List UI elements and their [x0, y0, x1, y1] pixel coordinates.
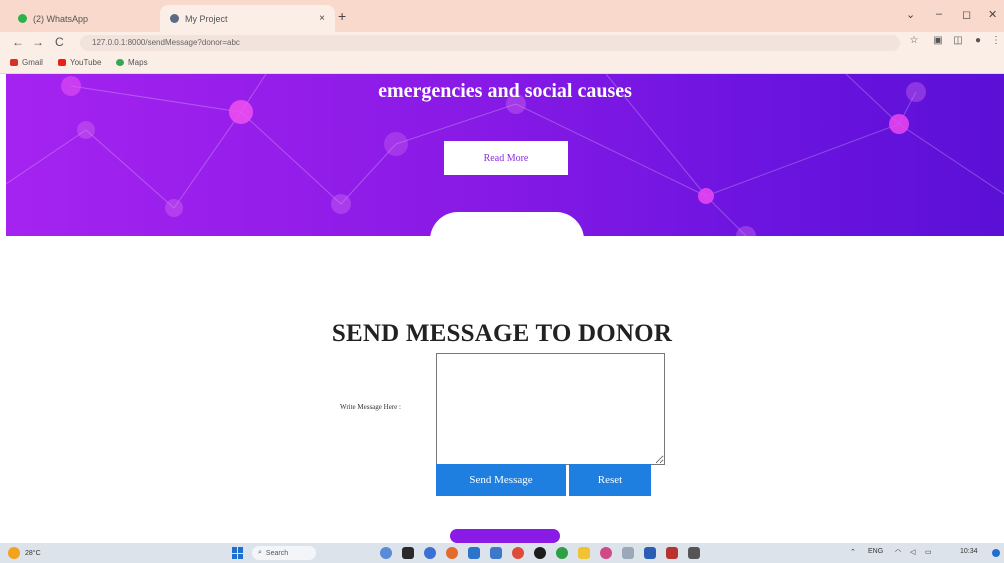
vscode-icon[interactable] [490, 547, 502, 559]
whatsapp-taskbar-icon[interactable] [556, 547, 568, 559]
send-message-button[interactable]: Send Message [436, 464, 566, 496]
tab-search-icon[interactable]: ⌄ [906, 8, 915, 21]
wifi-icon[interactable]: ◠ [895, 548, 901, 556]
maps-icon [116, 59, 124, 66]
whatsapp-icon [18, 14, 27, 23]
volume-icon[interactable]: ◁ [910, 548, 915, 556]
globe-icon [170, 14, 179, 23]
message-textarea[interactable] [436, 353, 665, 465]
copilot-icon[interactable] [380, 547, 392, 559]
new-tab-button[interactable]: + [338, 8, 346, 24]
bookmarks-bar: Gmail YouTube Maps [0, 54, 1004, 74]
browser-toolbar: ← → C 127.0.0.1:8000/sendMessage?donor=a… [0, 32, 1004, 54]
tab-label: (2) WhatsApp [33, 13, 89, 24]
hero-heading: emergencies and social causes [378, 80, 632, 102]
notification-icon[interactable] [992, 549, 1000, 557]
bookmark-label: Gmail [22, 58, 43, 67]
sidebar-icon[interactable]: ◫ [952, 35, 964, 47]
obs-icon[interactable] [534, 547, 546, 559]
minimize-button[interactable]: – [936, 8, 942, 20]
maximize-button[interactable]: ◻ [962, 8, 971, 21]
close-icon[interactable]: × [319, 13, 325, 24]
bookmark-maps[interactable]: Maps [116, 58, 148, 67]
youtube-icon [58, 59, 66, 66]
notepad-icon[interactable] [622, 547, 634, 559]
taskbar-search[interactable]: ⌕ Search [252, 546, 316, 560]
bookmark-label: YouTube [70, 58, 102, 67]
reload-button[interactable]: C [55, 35, 64, 49]
footer-accent-bar [450, 529, 560, 543]
bookmark-youtube[interactable]: YouTube [58, 58, 101, 67]
address-bar[interactable]: 127.0.0.1:8000/sendMessage?donor=abc [80, 35, 900, 51]
read-more-button[interactable]: Read More [444, 141, 568, 175]
bookmark-gmail[interactable]: Gmail [10, 58, 43, 67]
firefox-icon[interactable] [446, 547, 458, 559]
weather-icon [8, 547, 20, 559]
language-indicator[interactable]: ENG [868, 548, 883, 555]
forward-button[interactable]: → [32, 35, 44, 49]
clock[interactable]: 10:34 [960, 548, 978, 555]
terminal-icon[interactable] [688, 547, 700, 559]
folder-icon[interactable] [578, 547, 590, 559]
url-text: 127.0.0.1:8000/sendMessage?donor=abc [92, 38, 240, 47]
page-title: SEND MESSAGE TO DONOR [331, 320, 673, 347]
search-placeholder: Search [265, 549, 289, 557]
weather-widget[interactable]: 28°C [8, 547, 41, 559]
word-icon[interactable] [644, 547, 656, 559]
extension-icon[interactable]: ▣ [932, 35, 944, 47]
windows-start-icon[interactable] [232, 547, 244, 559]
weather-temp: 28°C [25, 549, 41, 557]
menu-icon[interactable]: ⋮ [990, 35, 1002, 47]
message-label: Write Message Here : [340, 403, 401, 411]
search-icon: ⌕ [258, 549, 262, 556]
gmail-icon [10, 59, 18, 66]
store-icon[interactable] [468, 547, 480, 559]
close-window-button[interactable]: ✕ [988, 8, 997, 21]
profile-icon[interactable]: ● [972, 35, 984, 47]
windows-taskbar: 28°C ⌕ Search ⌃ ENG ◠ ◁ ▭ 10:34 [0, 543, 1004, 563]
chrome-icon[interactable] [512, 547, 524, 559]
hero-notch [430, 212, 584, 252]
edge-icon[interactable] [424, 547, 436, 559]
back-button[interactable]: ← [12, 35, 24, 49]
task-view-icon[interactable] [402, 547, 414, 559]
battery-icon[interactable]: ▭ [925, 548, 932, 556]
tray-chevron-icon[interactable]: ⌃ [850, 548, 856, 556]
reset-button[interactable]: Reset [569, 464, 651, 496]
browser-tab-bar: (2) WhatsApp × My Project × + ⌄ – ◻ ✕ [0, 0, 1004, 32]
tab-my-project[interactable]: My Project × [160, 5, 335, 32]
bookmark-label: Maps [128, 58, 148, 67]
star-icon[interactable]: ☆ [908, 35, 920, 47]
powerpoint-icon[interactable] [666, 547, 678, 559]
photos-icon[interactable] [600, 547, 612, 559]
tab-label: My Project [185, 13, 228, 24]
